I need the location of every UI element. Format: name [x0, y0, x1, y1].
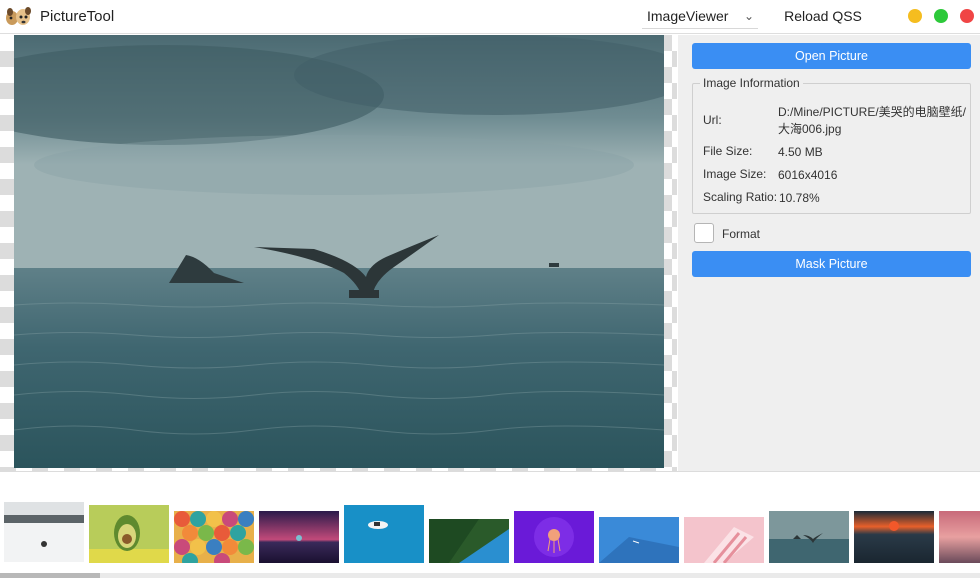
- url-value-line1: D:/Mine/PICTURE/美哭的电脑壁纸/: [778, 105, 967, 119]
- thumbnail-ocean-shadow[interactable]: [599, 517, 679, 563]
- image-viewer[interactable]: [0, 35, 677, 471]
- url-value: D:/Mine/PICTURE/美哭的电脑壁纸/ 大海006.jpg: [778, 104, 968, 138]
- thumbnail-scrollbar[interactable]: [0, 573, 980, 578]
- url-value-line2: 大海006.jpg: [778, 122, 842, 136]
- thumbnail-boat-blue-sea[interactable]: [344, 505, 424, 563]
- thumbnail-sunset-partial[interactable]: [939, 511, 980, 563]
- reload-qss-button[interactable]: Reload QSS: [776, 4, 870, 29]
- image-size-label: Image Size:: [703, 167, 767, 181]
- open-picture-button[interactable]: Open Picture: [692, 43, 971, 69]
- format-checkbox[interactable]: [694, 223, 714, 243]
- thumbnail-jellyfish[interactable]: [514, 511, 594, 563]
- thumbnail-forest-aerial[interactable]: [429, 519, 509, 563]
- thumbnail-snowy-landscape[interactable]: [4, 502, 84, 562]
- thumbnail-orange-sunset[interactable]: [854, 511, 934, 563]
- file-size-label: File Size:: [703, 144, 753, 158]
- group-title: Image Information: [700, 76, 803, 90]
- chevron-down-icon: ⌄: [743, 9, 754, 23]
- format-label: Format: [722, 227, 761, 241]
- file-size-value: 4.50 MB: [778, 145, 823, 159]
- thumbnail-pink-abstract[interactable]: [684, 517, 764, 563]
- main-photo: [14, 35, 664, 468]
- thumbnail-avocado-toy[interactable]: [89, 505, 169, 563]
- thumbnail-purple-sunset[interactable]: [259, 511, 339, 563]
- title-bar: PictureTool ImageViewer ⌄ Reload QSS: [0, 0, 980, 34]
- image-size-value: 6016x4016: [778, 168, 838, 182]
- scrollbar-thumb[interactable]: [0, 573, 100, 578]
- minimize-button[interactable]: [908, 9, 922, 23]
- app-title: PictureTool: [40, 8, 115, 25]
- image-information-group: Image Information Url: D:/Mine/PICTURE/美…: [692, 76, 971, 214]
- mode-select[interactable]: ImageViewer ⌄: [642, 4, 758, 29]
- scaling-ratio-value: 10.78%: [779, 191, 820, 205]
- thumbnail-colorful-scales[interactable]: [174, 511, 254, 563]
- thumbnail-strip[interactable]: [0, 471, 980, 578]
- mode-select-value: ImageViewer: [647, 8, 729, 24]
- mask-picture-button[interactable]: Mask Picture: [692, 251, 971, 277]
- scaling-ratio-label: Scaling Ratio:: [703, 190, 778, 204]
- close-button[interactable]: [960, 9, 974, 23]
- info-panel: Open Picture Image Information Url: D:/M…: [678, 35, 980, 471]
- thumbnail-whale-tail[interactable]: [769, 511, 849, 563]
- url-label: Url:: [703, 113, 722, 127]
- maximize-button[interactable]: [934, 9, 948, 23]
- app-logo-icon: [6, 7, 31, 25]
